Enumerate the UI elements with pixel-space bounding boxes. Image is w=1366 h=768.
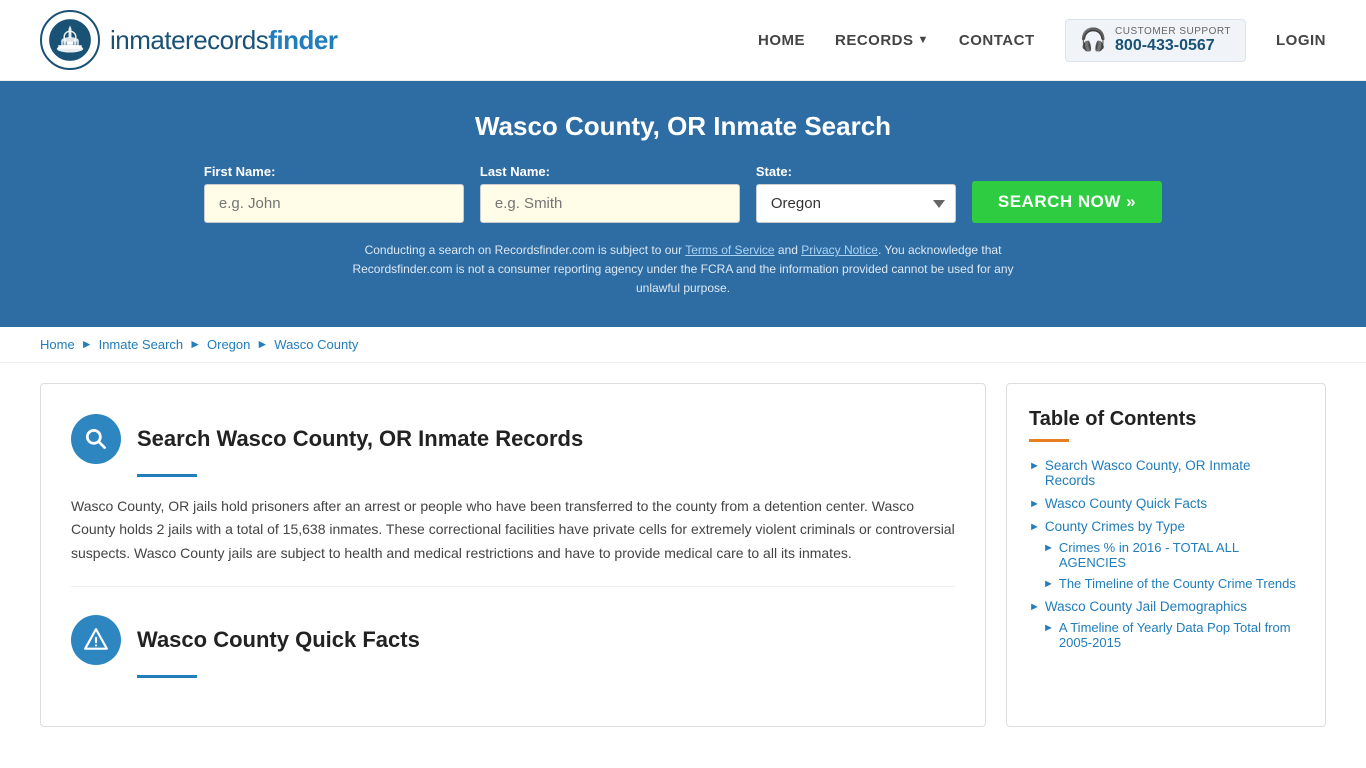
toc-item-2: ► Wasco County Quick Facts — [1029, 496, 1303, 511]
content-area: Search Wasco County, OR Inmate Records W… — [40, 383, 986, 727]
toc-sub-link-1[interactable]: ► Crimes % in 2016 - TOTAL ALL AGENCIES — [1043, 540, 1303, 570]
state-label: State: — [756, 164, 792, 179]
section1-title: Search Wasco County, OR Inmate Records — [137, 426, 583, 452]
section2-header: Wasco County Quick Facts — [71, 615, 955, 665]
nav-home[interactable]: HOME — [758, 32, 805, 49]
breadcrumb-state[interactable]: Oregon — [207, 337, 250, 352]
last-name-group: Last Name: — [480, 164, 740, 223]
privacy-link[interactable]: Privacy Notice — [801, 243, 878, 257]
chevron-right-icon: ► — [1029, 460, 1040, 472]
support-number: 800-433-0567 — [1115, 37, 1231, 55]
chevron-right-icon: ► — [1029, 521, 1040, 533]
toc-sub-item-2: ► The Timeline of the County Crime Trend… — [1043, 576, 1303, 591]
toc-link-1[interactable]: ► Search Wasco County, OR Inmate Records — [1029, 458, 1303, 488]
toc-item-1: ► Search Wasco County, OR Inmate Records — [1029, 458, 1303, 488]
first-name-label: First Name: — [204, 164, 276, 179]
section2: Wasco County Quick Facts — [71, 615, 955, 678]
toc-link-4[interactable]: ► Wasco County Jail Demographics — [1029, 599, 1303, 614]
toc-link-3[interactable]: ► County Crimes by Type — [1029, 519, 1303, 534]
state-group: State: Oregon Alabama Alaska California … — [756, 164, 956, 223]
nav-records[interactable]: RECORDS ▼ — [835, 32, 929, 49]
toc-list: ► Search Wasco County, OR Inmate Records… — [1029, 458, 1303, 650]
terms-link[interactable]: Terms of Service — [685, 243, 774, 257]
chevron-right-icon: ► — [1043, 578, 1054, 590]
main-content: Search Wasco County, OR Inmate Records W… — [0, 363, 1366, 747]
logo-icon — [40, 10, 100, 70]
section1-underline — [137, 474, 197, 477]
breadcrumb-sep-1: ► — [81, 337, 93, 351]
breadcrumb-sep-3: ► — [256, 337, 268, 351]
search-button[interactable]: SEARCH NOW » — [972, 181, 1162, 223]
toc-underline — [1029, 439, 1069, 442]
section2-title: Wasco County Quick Facts — [137, 627, 420, 653]
breadcrumb-county: Wasco County — [274, 337, 358, 352]
breadcrumb: Home ► Inmate Search ► Oregon ► Wasco Co… — [0, 327, 1366, 363]
first-name-group: First Name: — [204, 164, 464, 223]
search-icon-circle — [71, 414, 121, 464]
last-name-input[interactable] — [480, 184, 740, 223]
chevron-right-icon: ► — [1043, 622, 1054, 634]
nav-login[interactable]: LOGIN — [1276, 32, 1326, 49]
toc-title: Table of Contents — [1029, 408, 1303, 431]
chevron-right-icon: ► — [1043, 542, 1054, 554]
breadcrumb-home[interactable]: Home — [40, 337, 75, 352]
toc-sub-link-2[interactable]: ► The Timeline of the County Crime Trend… — [1043, 576, 1303, 591]
toc-sub-item-3: ► A Timeline of Yearly Data Pop Total fr… — [1043, 620, 1303, 650]
chevron-right-icon: ► — [1029, 498, 1040, 510]
chevron-down-icon: ▼ — [918, 34, 929, 46]
headset-icon: 🎧 — [1080, 27, 1107, 53]
toc-sub-item-1: ► Crimes % in 2016 - TOTAL ALL AGENCIES — [1043, 540, 1303, 570]
state-select[interactable]: Oregon Alabama Alaska California Texas — [756, 184, 956, 223]
nav-contact[interactable]: CONTACT — [959, 32, 1035, 49]
section1-header: Search Wasco County, OR Inmate Records — [71, 414, 955, 464]
hero-section: Wasco County, OR Inmate Search First Nam… — [0, 81, 1366, 327]
chevron-right-icon: ► — [1029, 601, 1040, 613]
toc-link-2[interactable]: ► Wasco County Quick Facts — [1029, 496, 1303, 511]
customer-support: 🎧 CUSTOMER SUPPORT 800-433-0567 — [1065, 19, 1246, 62]
breadcrumb-sep-2: ► — [189, 337, 201, 351]
first-name-input[interactable] — [204, 184, 464, 223]
site-header: inmaterecordsfinder HOME RECORDS ▼ CONTA… — [0, 0, 1366, 81]
section2-underline — [137, 675, 197, 678]
section1-body: Wasco County, OR jails hold prisoners af… — [71, 495, 955, 587]
toc-item-4: ► Wasco County Jail Demographics ► A Tim… — [1029, 599, 1303, 650]
last-name-label: Last Name: — [480, 164, 550, 179]
breadcrumb-inmate-search[interactable]: Inmate Search — [99, 337, 184, 352]
sidebar: Table of Contents ► Search Wasco County,… — [1006, 383, 1326, 727]
logo-text: inmaterecordsfinder — [110, 25, 337, 56]
search-form: First Name: Last Name: State: Oregon Ala… — [40, 164, 1326, 223]
toc-item-3: ► County Crimes by Type ► Crimes % in 20… — [1029, 519, 1303, 591]
toc-sub-link-3[interactable]: ► A Timeline of Yearly Data Pop Total fr… — [1043, 620, 1303, 650]
hero-title: Wasco County, OR Inmate Search — [40, 111, 1326, 142]
alert-icon-circle — [71, 615, 121, 665]
hero-disclaimer: Conducting a search on Recordsfinder.com… — [333, 241, 1033, 299]
main-nav: HOME RECORDS ▼ CONTACT 🎧 CUSTOMER SUPPOR… — [758, 19, 1326, 62]
logo-area: inmaterecordsfinder — [40, 10, 337, 70]
support-label: CUSTOMER SUPPORT — [1115, 26, 1231, 37]
